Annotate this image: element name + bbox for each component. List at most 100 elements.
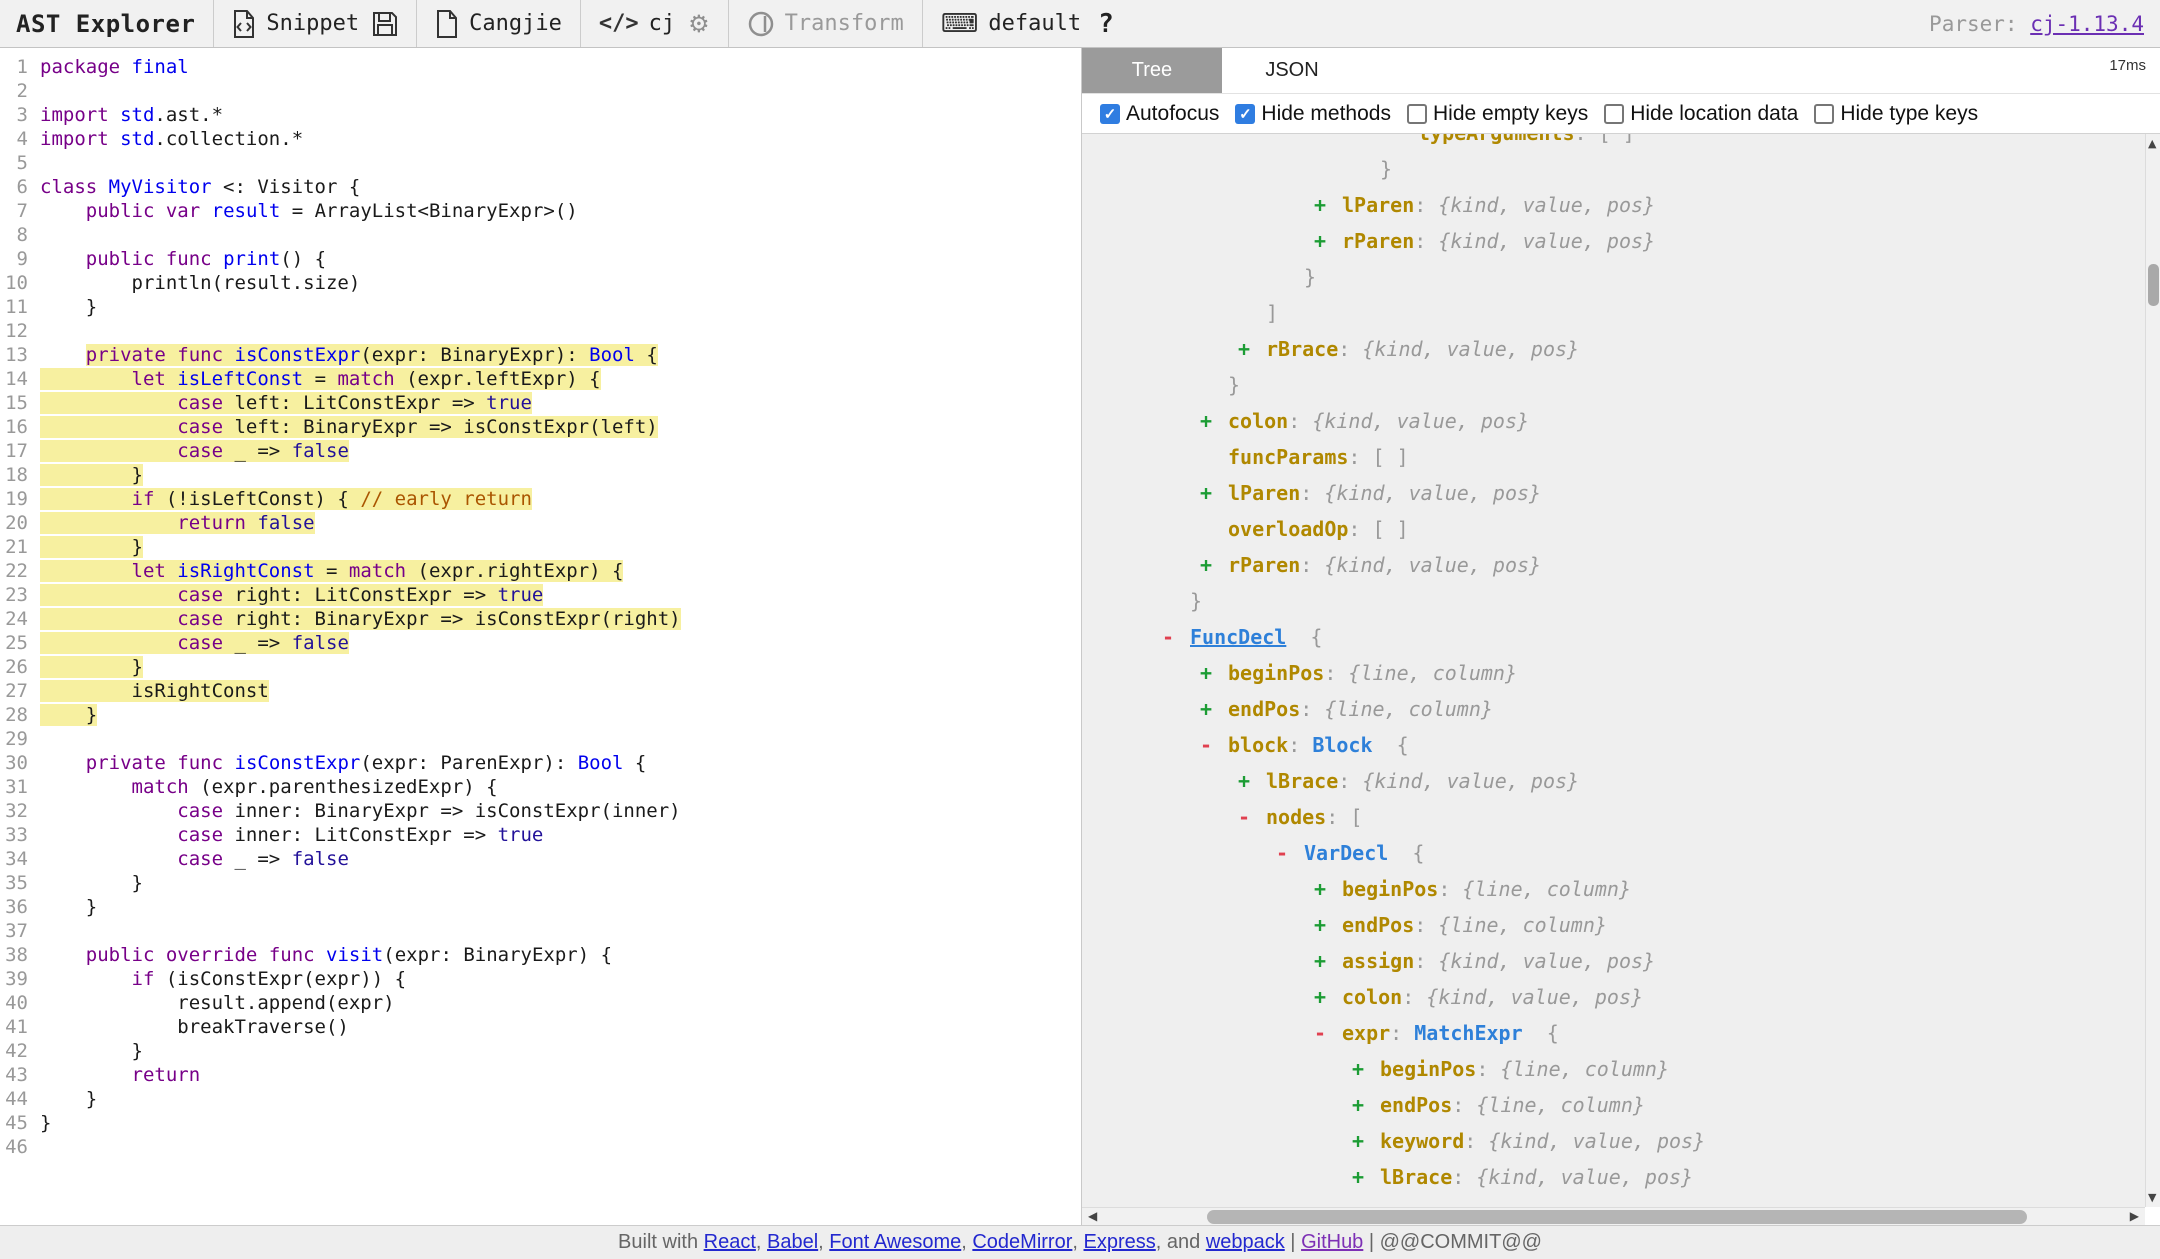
tree-row-expr[interactable]: -expr: MatchExpr { <box>1082 1015 2144 1051</box>
option-hide-empty-keys[interactable]: Hide empty keys <box>1407 102 1588 126</box>
expand-icon[interactable]: + <box>1314 223 1342 259</box>
expand-icon[interactable]: + <box>1200 655 1228 691</box>
tree-row-keyword[interactable]: +keyword: {kind, value, pos} <box>1082 1123 2144 1159</box>
tree-row-beginpos[interactable]: +beginPos: {line, column} <box>1082 655 2144 691</box>
scroll-down-icon[interactable]: ▼ <box>2148 1191 2156 1204</box>
option-hide-methods[interactable]: ✓ Hide methods <box>1235 102 1391 126</box>
code-line-text <box>40 151 51 175</box>
checkbox-icon[interactable] <box>1407 104 1427 124</box>
expand-icon[interactable]: + <box>1352 1123 1380 1159</box>
tree-row-beginpos[interactable]: +beginPos: {line, column} <box>1082 1051 2144 1087</box>
keyboard-icon: ⌨ <box>941 11 979 37</box>
footer-link-babel[interactable]: Babel <box>767 1231 818 1254</box>
node-type-link[interactable]: VarDecl <box>1304 841 1388 865</box>
expand-icon[interactable]: + <box>1314 943 1342 979</box>
expand-icon[interactable]: + <box>1352 1159 1380 1195</box>
footer-link-codemirror[interactable]: CodeMirror <box>972 1231 1072 1254</box>
collapse-icon[interactable]: - <box>1162 619 1190 655</box>
expand-icon[interactable]: + <box>1314 871 1342 907</box>
tree-row-endpos[interactable]: +endPos: {line, column} <box>1082 1087 2144 1123</box>
tab-json[interactable]: JSON <box>1222 48 1362 93</box>
tree-row-lbrace[interactable]: +lBrace: {kind, value, pos} <box>1082 763 2144 799</box>
footer-link-github[interactable]: GitHub <box>1301 1231 1363 1254</box>
tree-row-funcdecl[interactable]: -FuncDecl { <box>1082 619 2144 655</box>
line-number: 37 <box>0 919 40 943</box>
tree-row-rparen[interactable]: +rParen: {kind, value, pos} <box>1082 223 2144 259</box>
code-line-text <box>40 319 51 343</box>
parser-settings-button[interactable]: ⚙ <box>688 12 710 36</box>
code-line-text: case left: BinaryExpr => isConstExpr(lef… <box>40 415 658 439</box>
parser-version-link[interactable]: cj-1.13.4 <box>2030 12 2144 36</box>
checkbox-icon[interactable] <box>1604 104 1624 124</box>
vertical-scrollbar[interactable]: ▲ ▼ <box>2145 134 2160 1207</box>
snippet-button[interactable]: Snippet <box>232 9 359 39</box>
checkbox-icon[interactable]: ✓ <box>1235 104 1255 124</box>
tree-row-vardecl[interactable]: -VarDecl { <box>1082 835 2144 871</box>
keybinding-button[interactable]: ⌨ default <box>941 11 1081 37</box>
node-type-link[interactable]: Block <box>1312 733 1372 757</box>
expand-icon[interactable]: + <box>1200 403 1228 439</box>
tree-row-colon[interactable]: +colon: {kind, value, pos} <box>1082 403 2144 439</box>
node-type-link[interactable]: MatchExpr <box>1414 1021 1522 1045</box>
tree-row-colon[interactable]: +colon: {kind, value, pos} <box>1082 979 2144 1015</box>
expand-icon[interactable]: + <box>1238 763 1266 799</box>
collapse-icon[interactable]: - <box>1200 727 1228 763</box>
expand-icon[interactable]: + <box>1238 331 1266 367</box>
tree-row-rparen[interactable]: +rParen: {kind, value, pos} <box>1082 547 2144 583</box>
option-autofocus[interactable]: ✓Autofocus <box>1100 102 1219 126</box>
scroll-up-icon[interactable]: ▲ <box>2148 137 2156 150</box>
expand-icon[interactable]: + <box>1352 1051 1380 1087</box>
horizontal-scrollbar[interactable]: ◀ ▶ <box>1082 1207 2145 1225</box>
tree-row-endpos[interactable]: +endPos: {line, column} <box>1082 691 2144 727</box>
tree-row-lparen[interactable]: +lParen: {kind, value, pos} <box>1082 475 2144 511</box>
code-editor[interactable]: 1package final2 3import std.ast.*4import… <box>0 48 1082 1225</box>
expand-icon[interactable]: + <box>1200 475 1228 511</box>
scroll-left-icon[interactable]: ◀ <box>1088 1209 1097 1223</box>
tree-row-lparen[interactable]: +lParen: {kind, value, pos} <box>1082 187 2144 223</box>
parser-button[interactable]: </> cj <box>599 11 675 36</box>
expand-icon[interactable]: + <box>1314 187 1342 223</box>
horizontal-scroll-thumb[interactable] <box>1207 1210 2027 1224</box>
vertical-scroll-thumb[interactable] <box>2148 264 2159 306</box>
tree-row-beginpos[interactable]: +beginPos: {line, column} <box>1082 871 2144 907</box>
expand-icon[interactable]: + <box>1314 907 1342 943</box>
collapse-icon[interactable]: - <box>1238 799 1266 835</box>
option-label: Hide methods <box>1261 102 1391 126</box>
footer-link-webpack[interactable]: webpack <box>1206 1231 1285 1254</box>
node-type-link[interactable]: FuncDecl <box>1190 625 1286 649</box>
option-hide-type-keys[interactable]: Hide type keys <box>1814 102 1978 126</box>
footer-link-font-awesome[interactable]: Font Awesome <box>829 1231 961 1254</box>
scroll-right-icon[interactable]: ▶ <box>2130 1209 2139 1223</box>
collapse-icon[interactable]: - <box>1276 835 1304 871</box>
code-line: 35 } <box>0 871 1081 895</box>
tree-row-nodes[interactable]: -nodes: [ <box>1082 799 2144 835</box>
code-line: 33 case inner: LitConstExpr => true <box>0 823 1081 847</box>
help-button[interactable]: ? <box>1094 9 1118 39</box>
footer-link-express[interactable]: Express <box>1084 1231 1156 1254</box>
code-line: 26 } <box>0 655 1081 679</box>
tab-tree[interactable]: Tree <box>1082 48 1222 93</box>
tree-row-block[interactable]: -block: Block { <box>1082 727 2144 763</box>
code-line: 28 } <box>0 703 1081 727</box>
option-hide-location-data[interactable]: Hide location data <box>1604 102 1798 126</box>
tree-row-rbrace[interactable]: +rBrace: {kind, value, pos} <box>1082 331 2144 367</box>
transform-toggle[interactable]: Transform <box>747 10 904 38</box>
expand-icon[interactable]: + <box>1200 547 1228 583</box>
line-number: 43 <box>0 1063 40 1087</box>
expand-icon[interactable]: + <box>1314 979 1342 1015</box>
code-line-text: } <box>40 535 143 559</box>
collapse-icon[interactable]: - <box>1314 1015 1342 1051</box>
checkbox-icon[interactable] <box>1814 104 1834 124</box>
footer-link-react[interactable]: React <box>704 1231 756 1254</box>
expand-icon[interactable]: + <box>1200 691 1228 727</box>
expand-icon[interactable]: + <box>1352 1087 1380 1123</box>
ast-panel: Tree JSON 17ms ✓Autofocus✓Hide methodsHi… <box>1082 48 2160 1225</box>
checkbox-icon[interactable]: ✓ <box>1100 104 1120 124</box>
tree-row-endpos[interactable]: +endPos: {line, column} <box>1082 907 2144 943</box>
tree-row-lbrace[interactable]: +lBrace: {kind, value, pos} <box>1082 1159 2144 1195</box>
save-button[interactable] <box>372 11 398 37</box>
code-line-text: case _ => false <box>40 439 349 463</box>
tree-row-assign[interactable]: +assign: {kind, value, pos} <box>1082 943 2144 979</box>
code-line-text: case inner: LitConstExpr => true <box>40 823 543 847</box>
language-button[interactable]: Cangjie <box>435 9 562 39</box>
